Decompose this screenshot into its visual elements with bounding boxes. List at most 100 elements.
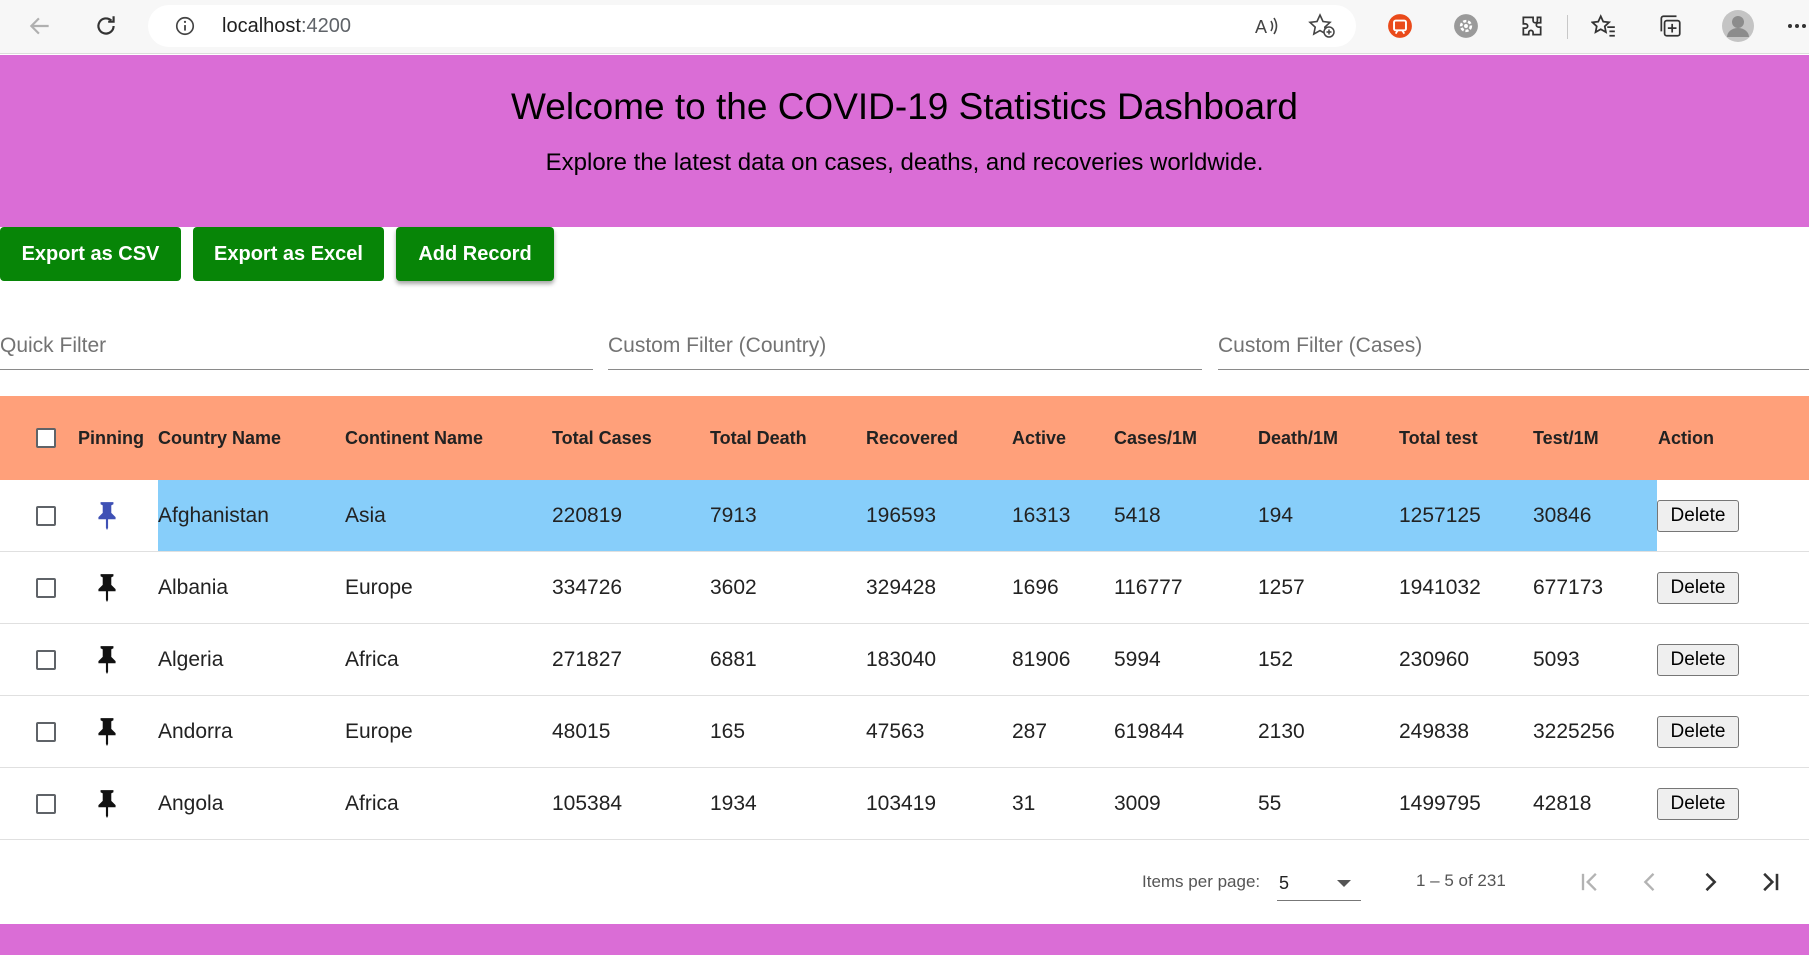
extensions-icon[interactable] xyxy=(1516,10,1548,42)
row-checkbox[interactable] xyxy=(36,722,56,742)
first-page-button[interactable] xyxy=(1568,860,1612,904)
cell-active: 1696 xyxy=(1012,576,1059,599)
favorite-add-icon[interactable] xyxy=(1308,13,1336,44)
header-total-death[interactable]: Total Death xyxy=(710,396,807,480)
cell-death-per-million: 194 xyxy=(1258,504,1294,527)
row-checkbox[interactable] xyxy=(36,578,56,598)
address-bar[interactable]: localhost:4200 A xyxy=(148,5,1356,47)
cell-continent: Europe xyxy=(345,576,413,599)
table-row[interactable]: Albania Europe 334726 3602 329428 1696 1… xyxy=(0,552,1809,624)
cell-total-cases: 220819 xyxy=(552,504,623,527)
header-total-test[interactable]: Total test xyxy=(1399,396,1478,480)
delete-button[interactable]: Delete xyxy=(1657,644,1739,676)
cell-death-per-million: 152 xyxy=(1258,648,1294,671)
cell-active: 31 xyxy=(1012,792,1036,815)
back-icon[interactable] xyxy=(24,10,56,42)
select-all-checkbox[interactable] xyxy=(36,428,56,448)
cell-death-per-million: 1257 xyxy=(1258,576,1305,599)
cell-continent: Africa xyxy=(345,792,399,815)
country-filter-input[interactable] xyxy=(608,324,1202,368)
table-row[interactable]: Afghanistan Asia 220819 7913 196593 1631… xyxy=(0,480,1809,552)
header-active[interactable]: Active xyxy=(1012,396,1066,480)
cell-total-death: 3602 xyxy=(710,576,757,599)
export-csv-button[interactable]: Export as CSV xyxy=(0,227,181,281)
paginator: Items per page: 5 1 – 5 of 231 xyxy=(0,840,1809,924)
settings-extension-icon[interactable] xyxy=(1450,10,1482,42)
profile-avatar-icon[interactable] xyxy=(1722,10,1754,42)
row-checkbox[interactable] xyxy=(36,650,56,670)
cell-cases-per-million: 5418 xyxy=(1114,504,1161,527)
cell-cases-per-million: 3009 xyxy=(1114,792,1161,815)
table-header: Pinning Country Name Continent Name Tota… xyxy=(0,396,1809,480)
reload-icon[interactable] xyxy=(90,10,122,42)
pin-icon-pinned[interactable] xyxy=(94,500,120,530)
pin-icon[interactable] xyxy=(94,644,120,674)
cell-total-cases: 105384 xyxy=(552,792,623,815)
cell-total-test: 249838 xyxy=(1399,720,1470,743)
header-cases-per-million[interactable]: Cases/1M xyxy=(1114,396,1197,480)
row-checkbox[interactable] xyxy=(36,506,56,526)
previous-page-button[interactable] xyxy=(1628,860,1672,904)
cell-country: Algeria xyxy=(158,648,224,671)
row-checkbox[interactable] xyxy=(36,794,56,814)
site-info-icon[interactable] xyxy=(174,15,196,42)
pin-icon[interactable] xyxy=(94,716,120,746)
quick-filter-input[interactable] xyxy=(0,324,593,368)
url-text: localhost:4200 xyxy=(222,15,351,38)
cell-recovered: 103419 xyxy=(866,792,937,815)
more-menu-icon[interactable] xyxy=(1786,10,1808,42)
header-country-name[interactable]: Country Name xyxy=(158,396,281,480)
page-range-label: 1 – 5 of 231 xyxy=(1416,871,1506,890)
cell-country: Andorra xyxy=(158,720,233,743)
last-page-icon xyxy=(1763,872,1779,892)
extension-red-icon[interactable] xyxy=(1384,10,1416,42)
cell-total-cases: 334726 xyxy=(552,576,623,599)
toolbar-separator xyxy=(1567,15,1568,39)
header-death-per-million[interactable]: Death/1M xyxy=(1258,396,1338,480)
hero-banner: Welcome to the COVID-19 Statistics Dashb… xyxy=(0,55,1809,227)
export-excel-button[interactable]: Export as Excel xyxy=(193,227,384,281)
cell-total-cases: 48015 xyxy=(552,720,611,743)
delete-button[interactable]: Delete xyxy=(1657,500,1739,532)
svg-text:A: A xyxy=(1255,17,1267,37)
pin-icon[interactable] xyxy=(94,572,120,602)
cell-active: 81906 xyxy=(1012,648,1071,671)
header-total-cases[interactable]: Total Cases xyxy=(552,396,652,480)
cell-recovered: 196593 xyxy=(866,504,937,527)
collections-icon[interactable] xyxy=(1654,10,1686,42)
header-recovered[interactable]: Recovered xyxy=(866,396,958,480)
delete-button[interactable]: Delete xyxy=(1657,788,1739,820)
table-row[interactable]: Angola Africa 105384 1934 103419 31 3009… xyxy=(0,768,1809,840)
cell-recovered: 47563 xyxy=(866,720,925,743)
cell-death-per-million: 2130 xyxy=(1258,720,1305,743)
last-page-button[interactable] xyxy=(1748,860,1792,904)
cell-total-death: 165 xyxy=(710,720,746,743)
country-filter-field xyxy=(608,324,1202,370)
read-aloud-icon[interactable]: A xyxy=(1254,14,1280,43)
footer-bar xyxy=(0,924,1809,955)
delete-button[interactable]: Delete xyxy=(1657,572,1739,604)
table-row[interactable]: Andorra Europe 48015 165 47563 287 61984… xyxy=(0,696,1809,768)
cell-cases-per-million: 116777 xyxy=(1114,576,1183,599)
header-action: Action xyxy=(1658,428,1714,448)
cases-filter-input[interactable] xyxy=(1218,324,1809,368)
cell-total-death: 6881 xyxy=(710,648,757,671)
cell-total-test: 1499795 xyxy=(1399,792,1481,815)
header-pinning[interactable]: Pinning xyxy=(78,396,144,480)
items-per-page-select[interactable]: 5 xyxy=(1277,866,1361,901)
header-test-per-million[interactable]: Test/1M xyxy=(1533,396,1599,480)
cell-country: Afghanistan xyxy=(158,504,269,527)
delete-button[interactable]: Delete xyxy=(1657,716,1739,748)
pin-icon[interactable] xyxy=(94,788,120,818)
table-row[interactable]: Algeria Africa 271827 6881 183040 81906 … xyxy=(0,624,1809,696)
browser-toolbar: localhost:4200 A xyxy=(0,0,1809,54)
cell-recovered: 183040 xyxy=(866,648,937,671)
items-per-page-label: Items per page: xyxy=(1142,872,1261,891)
favorites-icon[interactable] xyxy=(1588,10,1620,42)
url-host: localhost xyxy=(222,15,301,37)
add-record-button[interactable]: Add Record xyxy=(396,227,554,281)
page-title: Welcome to the COVID-19 Statistics Dashb… xyxy=(511,86,1298,127)
header-continent-name[interactable]: Continent Name xyxy=(345,396,483,480)
cell-active: 287 xyxy=(1012,720,1048,743)
next-page-button[interactable] xyxy=(1688,860,1732,904)
